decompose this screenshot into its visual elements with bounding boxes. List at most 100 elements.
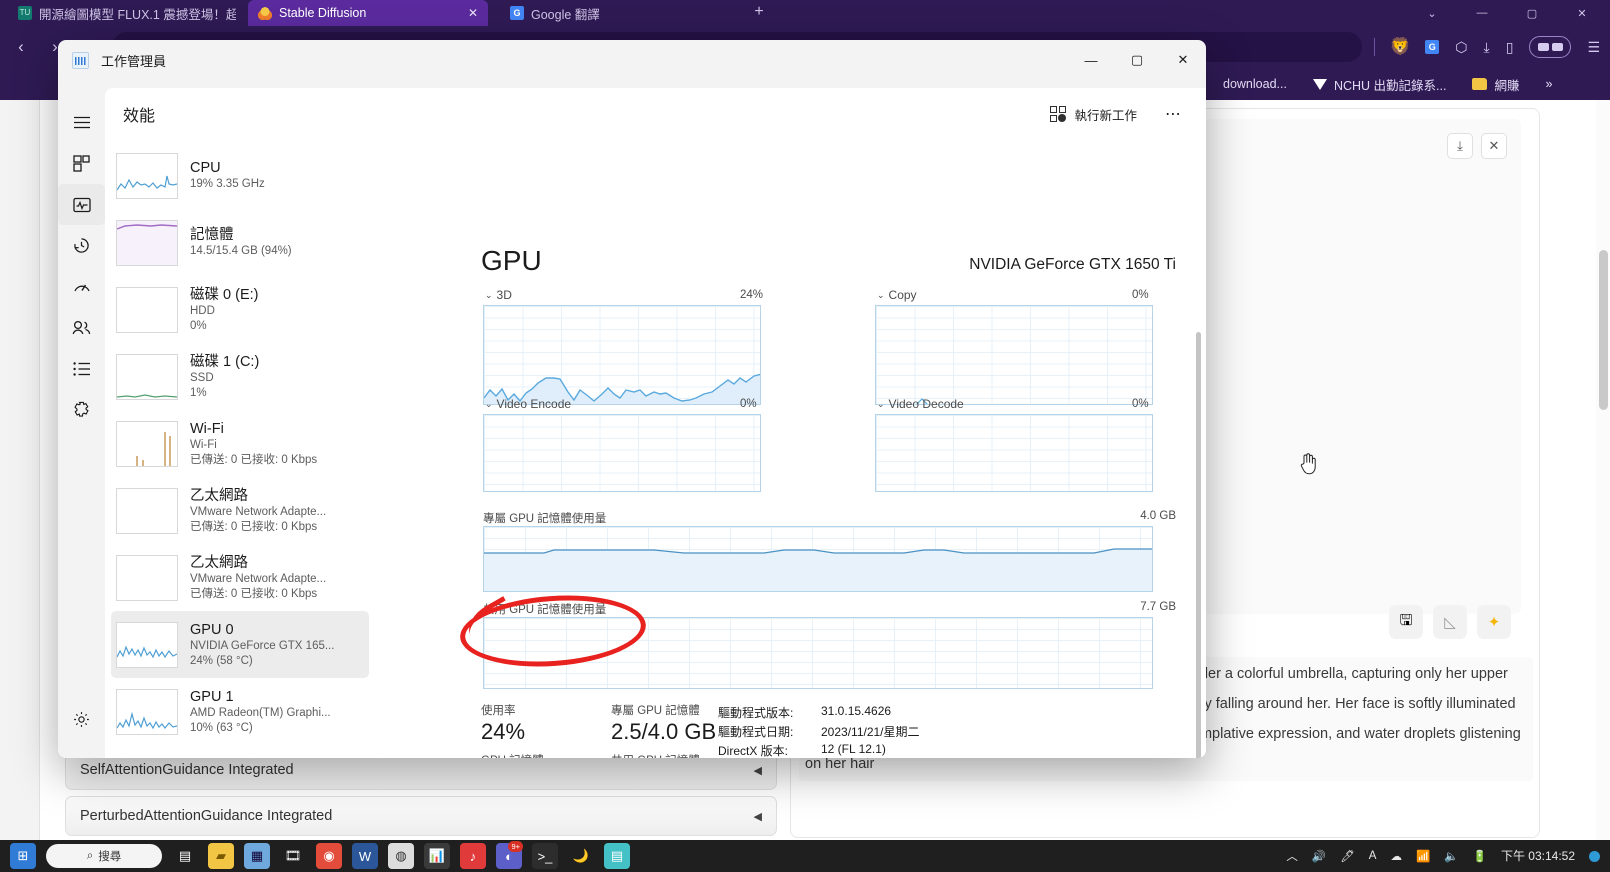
resource-sub: NVIDIA GeForce GTX 165... <box>190 639 335 652</box>
close-image-button[interactable]: ✕ <box>1481 133 1507 159</box>
graph-label-video-encode[interactable]: ⌄ Video Encode <box>485 397 571 411</box>
sidebar-item-processes[interactable] <box>58 143 105 184</box>
explorer-button[interactable]: ▰ <box>208 843 234 869</box>
tab-google-translate[interactable]: Google 翻譯 <box>500 0 720 26</box>
windows-logo-icon: ⊞ <box>17 848 29 863</box>
pen-icon[interactable]: 🖊 <box>1340 849 1355 863</box>
minimize-button[interactable]: — <box>1068 40 1114 80</box>
speaker-icon[interactable]: 🔈 <box>1444 849 1458 863</box>
search-placeholder: 搜尋 <box>98 851 122 863</box>
start-button[interactable]: ⊞ <box>10 843 36 869</box>
new-tab-button[interactable]: + <box>745 0 773 26</box>
sidebar-item-users[interactable] <box>58 307 105 348</box>
settings-button[interactable] <box>58 699 105 740</box>
more-options-button[interactable]: ⋯ <box>1155 100 1192 128</box>
run-new-task-button[interactable]: 執行新工作 <box>1040 99 1147 130</box>
sidebar-item-details[interactable] <box>58 348 105 389</box>
word-button[interactable]: W <box>352 843 378 869</box>
close-button[interactable]: ✕ <box>1160 40 1206 80</box>
brave-goggles-icon[interactable] <box>1529 36 1572 58</box>
page-scrollbar-thumb[interactable] <box>1599 250 1608 410</box>
hamburger-menu-button[interactable] <box>58 102 105 143</box>
sidebar-item-services[interactable] <box>58 389 105 430</box>
bookmark-nchu[interactable]: NCHU 出勤記錄系... <box>1312 75 1446 94</box>
nightlight-button[interactable]: 🌙 <box>568 843 594 869</box>
page-scrollbar[interactable] <box>1596 100 1610 840</box>
windows-taskbar: ⊞ ⌕ 搜尋 ▤ ▰ ▦ 🎞 ◉ W ◍ 📊 ♪ ◐9+ >_ 🌙 ▤ ︿ 🔊 <box>0 840 1610 872</box>
notes-button[interactable]: ▤ <box>604 843 630 869</box>
brave-shields-icon[interactable]: 🦁 <box>1389 37 1411 57</box>
terminal-button[interactable]: >_ <box>532 843 558 869</box>
sidebar-item-app-history[interactable] <box>58 225 105 266</box>
resource-sub2: 0% <box>190 319 207 332</box>
send-to-img2img-button[interactable]: ◺ <box>1433 605 1467 639</box>
maximize-button[interactable]: ▢ <box>1114 40 1160 80</box>
system-tray: ︿ 🔊 🖊 A ☁ 📶 🔈 🔋 下午 03:14:52 <box>1286 848 1610 864</box>
list-item-memory[interactable]: 記憶體 14.5/15.4 GB (94%) <box>111 209 369 276</box>
sidebar-icon[interactable]: ▯ <box>1506 39 1514 56</box>
tab-close-button[interactable]: ✕ <box>468 6 478 20</box>
menu-icon[interactable]: ☰ <box>1587 39 1600 56</box>
list-item-disk0[interactable]: 磁碟 0 (E:) HDD 0% <box>111 276 369 343</box>
task-manager-body: 效能 執行新工作 ⋯ CPU 19% 3.35 GHz 記憶體 14.5/15.… <box>105 88 1206 758</box>
teams-button[interactable]: ◐ 9+ <box>496 841 523 869</box>
volume-icon[interactable]: 🔊 <box>1312 849 1326 863</box>
list-item-wifi[interactable]: Wi-Fi Wi-Fi 已傳送: 0 已接收: 0 Kbps <box>111 410 369 477</box>
screen: SelfAttentionGuidance Integrated ◀ Pertu… <box>0 0 1610 872</box>
browser-chevron-down-icon[interactable]: ⌄ <box>1418 7 1446 20</box>
taskmgr-button[interactable]: 📊 <box>424 843 450 869</box>
list-item-gpu0[interactable]: GPU 0 NVIDIA GeForce GTX 165... 24% (58 … <box>111 611 369 678</box>
details-icon <box>72 361 90 376</box>
ime-icon[interactable]: A <box>1369 850 1377 862</box>
back-button[interactable]: ‹ <box>10 37 32 57</box>
browser-maximize-button[interactable]: ▢ <box>1518 7 1546 20</box>
sidebar-item-startup-apps[interactable] <box>58 266 105 307</box>
google-translate-icon[interactable]: G <box>1425 40 1440 54</box>
accordion-perturbed-attention-guidance[interactable]: PerturbedAttentionGuidance Integrated ◀ <box>65 796 777 836</box>
graph-label-3d[interactable]: ⌄ 3D <box>485 288 512 302</box>
tab-stable-diffusion[interactable]: Stable Diffusion ✕ <box>248 0 488 26</box>
browser-close-button[interactable]: ✕ <box>1568 7 1596 20</box>
detail-scrollbar[interactable] <box>1194 192 1204 758</box>
music-button[interactable]: ♪ <box>460 843 486 869</box>
list-item-cpu[interactable]: CPU 19% 3.35 GHz <box>111 142 369 209</box>
resource-thumbnail <box>116 688 178 735</box>
notification-dot[interactable] <box>1589 850 1600 862</box>
graph-label-video-decode[interactable]: ⌄ Video Decode <box>877 397 964 411</box>
sidebar-item-performance[interactable] <box>58 184 105 225</box>
bookmark-download[interactable]: download... <box>1223 77 1287 91</box>
list-item-disk1[interactable]: 磁碟 1 (C:) SSD 1% <box>111 343 369 410</box>
calculator-button[interactable]: ▦ <box>244 843 270 869</box>
show-hidden-icons-button[interactable]: ︿ <box>1286 848 1298 864</box>
widgets-button[interactable]: ▤ <box>172 843 198 869</box>
stat-shared-gpu-memory: 共用 GPU 記憶體 0.1/7.7 GB <box>611 752 716 758</box>
detail-scrollbar-thumb[interactable] <box>1196 332 1201 758</box>
tab-flux[interactable]: 開源繪圖模型 FLUX.1 震撼登場！超 <box>8 0 236 26</box>
onedrive-icon[interactable]: ☁ <box>1390 849 1402 863</box>
chevron-down-icon: ⌄ <box>485 289 493 300</box>
wifi-icon[interactable]: 📶 <box>1416 849 1430 863</box>
clock[interactable]: 下午 03:14:52 <box>1501 849 1575 863</box>
save-button[interactable]: 🖫 <box>1389 605 1423 639</box>
graph-video-decode <box>875 414 1153 492</box>
download-icon[interactable]: ⤓ <box>1484 39 1490 56</box>
brave-rewards-icon[interactable]: ⬡ <box>1455 39 1467 56</box>
resource-name: Wi-Fi <box>190 420 224 437</box>
list-item-gpu1[interactable]: GPU 1 AMD Radeon(TM) Graphi... 10% (63 °… <box>111 678 369 745</box>
battery-icon[interactable]: 🔋 <box>1473 849 1487 863</box>
browser-minimize-button[interactable]: — <box>1468 7 1496 19</box>
bookmark-folder[interactable]: 網賺 <box>1472 75 1519 94</box>
graph-label-copy[interactable]: ⌄ Copy <box>877 288 917 302</box>
enhance-button[interactable]: ✦ <box>1477 605 1511 639</box>
bookmarks-overflow-button[interactable]: » <box>1545 77 1552 91</box>
download-image-button[interactable]: ⤓ <box>1447 133 1473 159</box>
video-editor-button[interactable]: 🎞 <box>280 843 306 869</box>
calculator-icon: ▦ <box>250 848 264 863</box>
list-item-ethernet-1[interactable]: 乙太網路 VMware Network Adapte... 已傳送: 0 已接收… <box>111 477 369 544</box>
list-item-ethernet-2[interactable]: 乙太網路 VMware Network Adapte... 已傳送: 0 已接收… <box>111 544 369 611</box>
app-history-icon <box>74 238 89 253</box>
taskbar-search[interactable]: ⌕ 搜尋 <box>46 844 162 868</box>
fdm-button[interactable]: ◉ <box>316 843 342 869</box>
tab-title: Google 翻譯 <box>531 7 600 22</box>
chrome-button[interactable]: ◍ <box>388 843 414 869</box>
